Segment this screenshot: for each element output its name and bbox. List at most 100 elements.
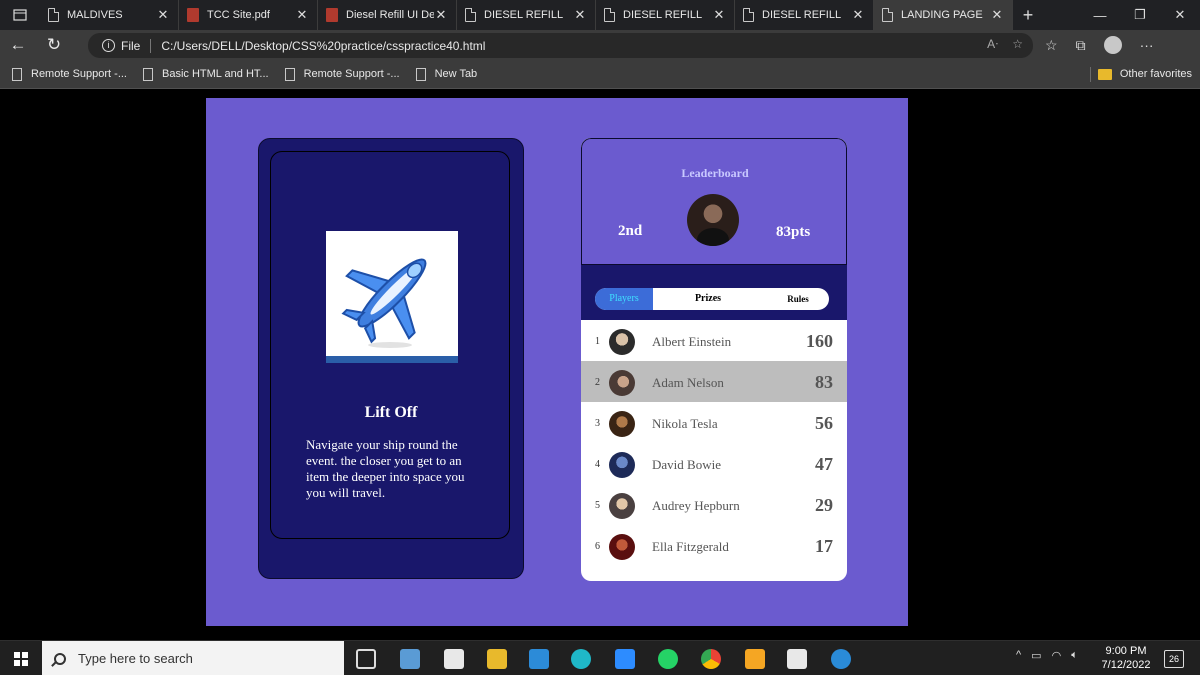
document-icon <box>465 8 476 22</box>
zoom-icon[interactable] <box>615 649 635 669</box>
list-item[interactable]: 6 Ella Fitzgerald 17 <box>581 525 847 566</box>
restore-icon[interactable]: ❐ <box>1120 0 1160 30</box>
minimize-icon[interactable]: — <box>1080 0 1120 30</box>
skype-icon[interactable] <box>831 649 851 669</box>
tab-actions-icon <box>13 9 27 21</box>
player-name: David Bowie <box>652 457 721 472</box>
favorites-icon[interactable]: ☆ <box>1045 37 1058 54</box>
list-item[interactable]: 3 Nikola Tesla 56 <box>581 402 847 443</box>
refresh-icon[interactable]: ↻ <box>36 35 72 55</box>
player-avatar <box>609 329 635 355</box>
player-score: 160 <box>806 331 833 351</box>
player-score: 17 <box>815 536 833 556</box>
tab-label: DIESEL REFILL <box>762 9 842 21</box>
browser-tab-strip: MALDIVES ✕ TCC Site.pdf ✕ Diesel Refill … <box>0 0 1200 30</box>
image-watermark <box>326 356 458 363</box>
read-aloud-icon[interactable]: Aᐧ <box>987 37 998 51</box>
favorite-label: Remote Support -... <box>31 68 127 80</box>
favorite-label: New Tab <box>434 68 478 80</box>
close-tab-icon[interactable]: ✕ <box>434 7 448 23</box>
player-rank: 5 <box>595 500 600 511</box>
divider <box>1090 67 1091 82</box>
leaderboard-tabs-bar: Players Prizes Rules <box>581 265 847 320</box>
tab-label: DIESEL REFILL <box>623 9 703 21</box>
chevron-up-icon[interactable]: ^ <box>1016 649 1021 662</box>
leaderboard-header: Leaderboard 2nd 83pts <box>581 138 847 265</box>
close-tab-icon[interactable]: ✕ <box>990 7 1004 23</box>
taskbar-clock[interactable]: 9:00 PM 7/12/2022 <box>1098 644 1154 672</box>
close-tab-icon[interactable]: ✕ <box>295 7 309 23</box>
leaderboard-card: Leaderboard 2nd 83pts Players Prizes Rul… <box>581 138 847 581</box>
document-icon <box>48 8 59 22</box>
list-item[interactable]: 2 Adam Nelson 83 <box>581 361 847 402</box>
browser-tab[interactable]: DIESEL REFILL ✕ <box>735 0 874 30</box>
search-placeholder: Type here to search <box>78 651 193 666</box>
wifi-icon[interactable]: ◠ <box>1052 649 1062 662</box>
tab-label: DIESEL REFILL <box>484 9 564 21</box>
file-explorer-icon[interactable] <box>487 649 507 669</box>
favorite-item[interactable]: Basic HTML and HT... <box>143 67 269 81</box>
player-name: Nikola Tesla <box>652 416 718 431</box>
back-arrow-icon[interactable]: ← <box>0 35 36 55</box>
url-text[interactable]: C:/Users/DELL/Desktop/CSS%20practice/css… <box>161 39 485 53</box>
sublime-icon[interactable] <box>745 649 765 669</box>
vscode-icon[interactable] <box>529 649 549 669</box>
browser-tab[interactable]: MALDIVES ✕ <box>40 0 179 30</box>
photos-icon[interactable] <box>787 649 807 669</box>
task-view-icon[interactable] <box>356 649 376 669</box>
browser-tab-active[interactable]: LANDING PAGE ✕ <box>874 0 1013 30</box>
browser-tab[interactable]: DIESEL REFILL ✕ <box>457 0 596 30</box>
document-icon <box>604 8 615 22</box>
tab-label: Diesel Refill UI De <box>346 9 434 21</box>
add-favorite-icon[interactable]: ☆ <box>1012 37 1023 51</box>
chrome-icon[interactable] <box>701 649 721 669</box>
favorite-item[interactable]: New Tab <box>415 67 478 81</box>
volume-icon[interactable]: 🔈︎ <box>1071 649 1078 662</box>
close-tab-icon[interactable]: ✕ <box>573 7 587 23</box>
address-bar-row: ← ↻ i File C:/Users/DELL/Desktop/CSS%20p… <box>0 30 1200 60</box>
other-favorites[interactable]: Other favorites <box>1097 68 1192 80</box>
document-icon <box>143 67 153 81</box>
new-tab-icon[interactable]: + <box>1013 5 1043 26</box>
landing-page: Lift Off Navigate your ship round the ev… <box>206 98 908 626</box>
player-rank: 4 <box>595 459 600 470</box>
address-bar[interactable]: i File C:/Users/DELL/Desktop/CSS%20pract… <box>88 33 1033 58</box>
tab-actions-button[interactable] <box>0 0 40 30</box>
whatsapp-icon[interactable] <box>658 649 678 669</box>
favorite-item[interactable]: Remote Support -... <box>284 67 400 81</box>
document-icon <box>284 67 295 81</box>
browser-toolbar: ☆ ⧉ ··· <box>1045 30 1154 60</box>
tab-players[interactable]: Players <box>595 288 653 310</box>
system-tray: ^ ▭ ◠ 🔈︎ <box>1016 649 1078 662</box>
other-favorites-label: Other favorites <box>1119 68 1192 80</box>
document-icon <box>12 67 22 81</box>
browser-tab[interactable]: Diesel Refill UI De ✕ <box>318 0 457 30</box>
browser-tab[interactable]: DIESEL REFILL ✕ <box>596 0 735 30</box>
taskbar-search[interactable]: Type here to search <box>42 641 344 675</box>
list-item[interactable]: 1 Albert Einstein 160 <box>581 320 847 361</box>
favorite-item[interactable]: Remote Support -... <box>12 67 127 81</box>
list-item[interactable]: 4 David Bowie 47 <box>581 443 847 484</box>
tab-rules[interactable]: Rules <box>773 288 823 310</box>
leaderboard-title: Leaderboard <box>681 166 749 180</box>
close-window-icon[interactable]: ✕ <box>1160 0 1200 30</box>
list-item[interactable]: 5 Audrey Hepburn 29 <box>581 484 847 525</box>
profile-avatar[interactable] <box>1103 36 1122 54</box>
windows-start-icon[interactable] <box>14 652 28 666</box>
tab-prizes[interactable]: Prizes <box>683 288 733 310</box>
store-icon[interactable] <box>400 649 420 669</box>
battery-icon[interactable]: ▭ <box>1031 649 1041 662</box>
browser-tab[interactable]: TCC Site.pdf ✕ <box>179 0 318 30</box>
edge-icon[interactable] <box>571 649 591 669</box>
more-menu-icon[interactable]: ··· <box>1140 37 1154 53</box>
player-score: 47 <box>815 454 833 474</box>
info-icon[interactable]: i <box>102 39 115 52</box>
close-tab-icon[interactable]: ✕ <box>712 7 726 23</box>
notifications-badge[interactable]: 26 <box>1164 650 1184 668</box>
card-title: Lift Off <box>364 404 418 421</box>
close-tab-icon[interactable]: ✕ <box>851 7 865 23</box>
mail-icon[interactable] <box>444 649 464 669</box>
close-tab-icon[interactable]: ✕ <box>156 7 170 23</box>
document-icon <box>882 8 893 22</box>
collections-icon[interactable]: ⧉ <box>1076 37 1086 54</box>
